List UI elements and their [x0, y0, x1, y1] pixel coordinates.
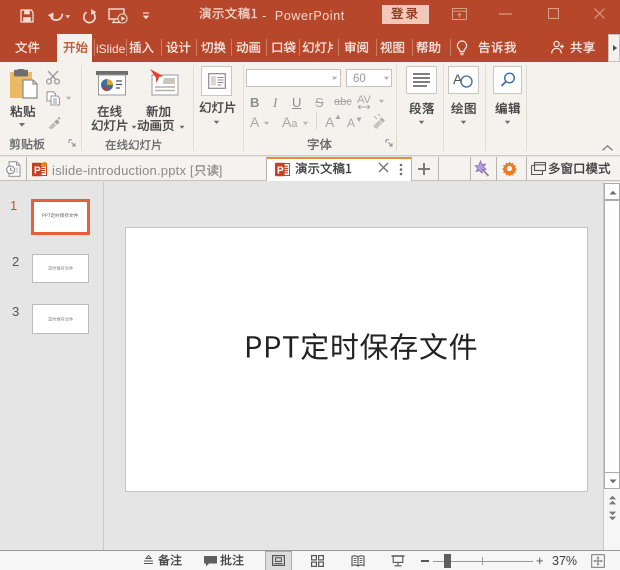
svg-text:P: P [34, 165, 41, 176]
svg-text:P: P [277, 165, 284, 176]
